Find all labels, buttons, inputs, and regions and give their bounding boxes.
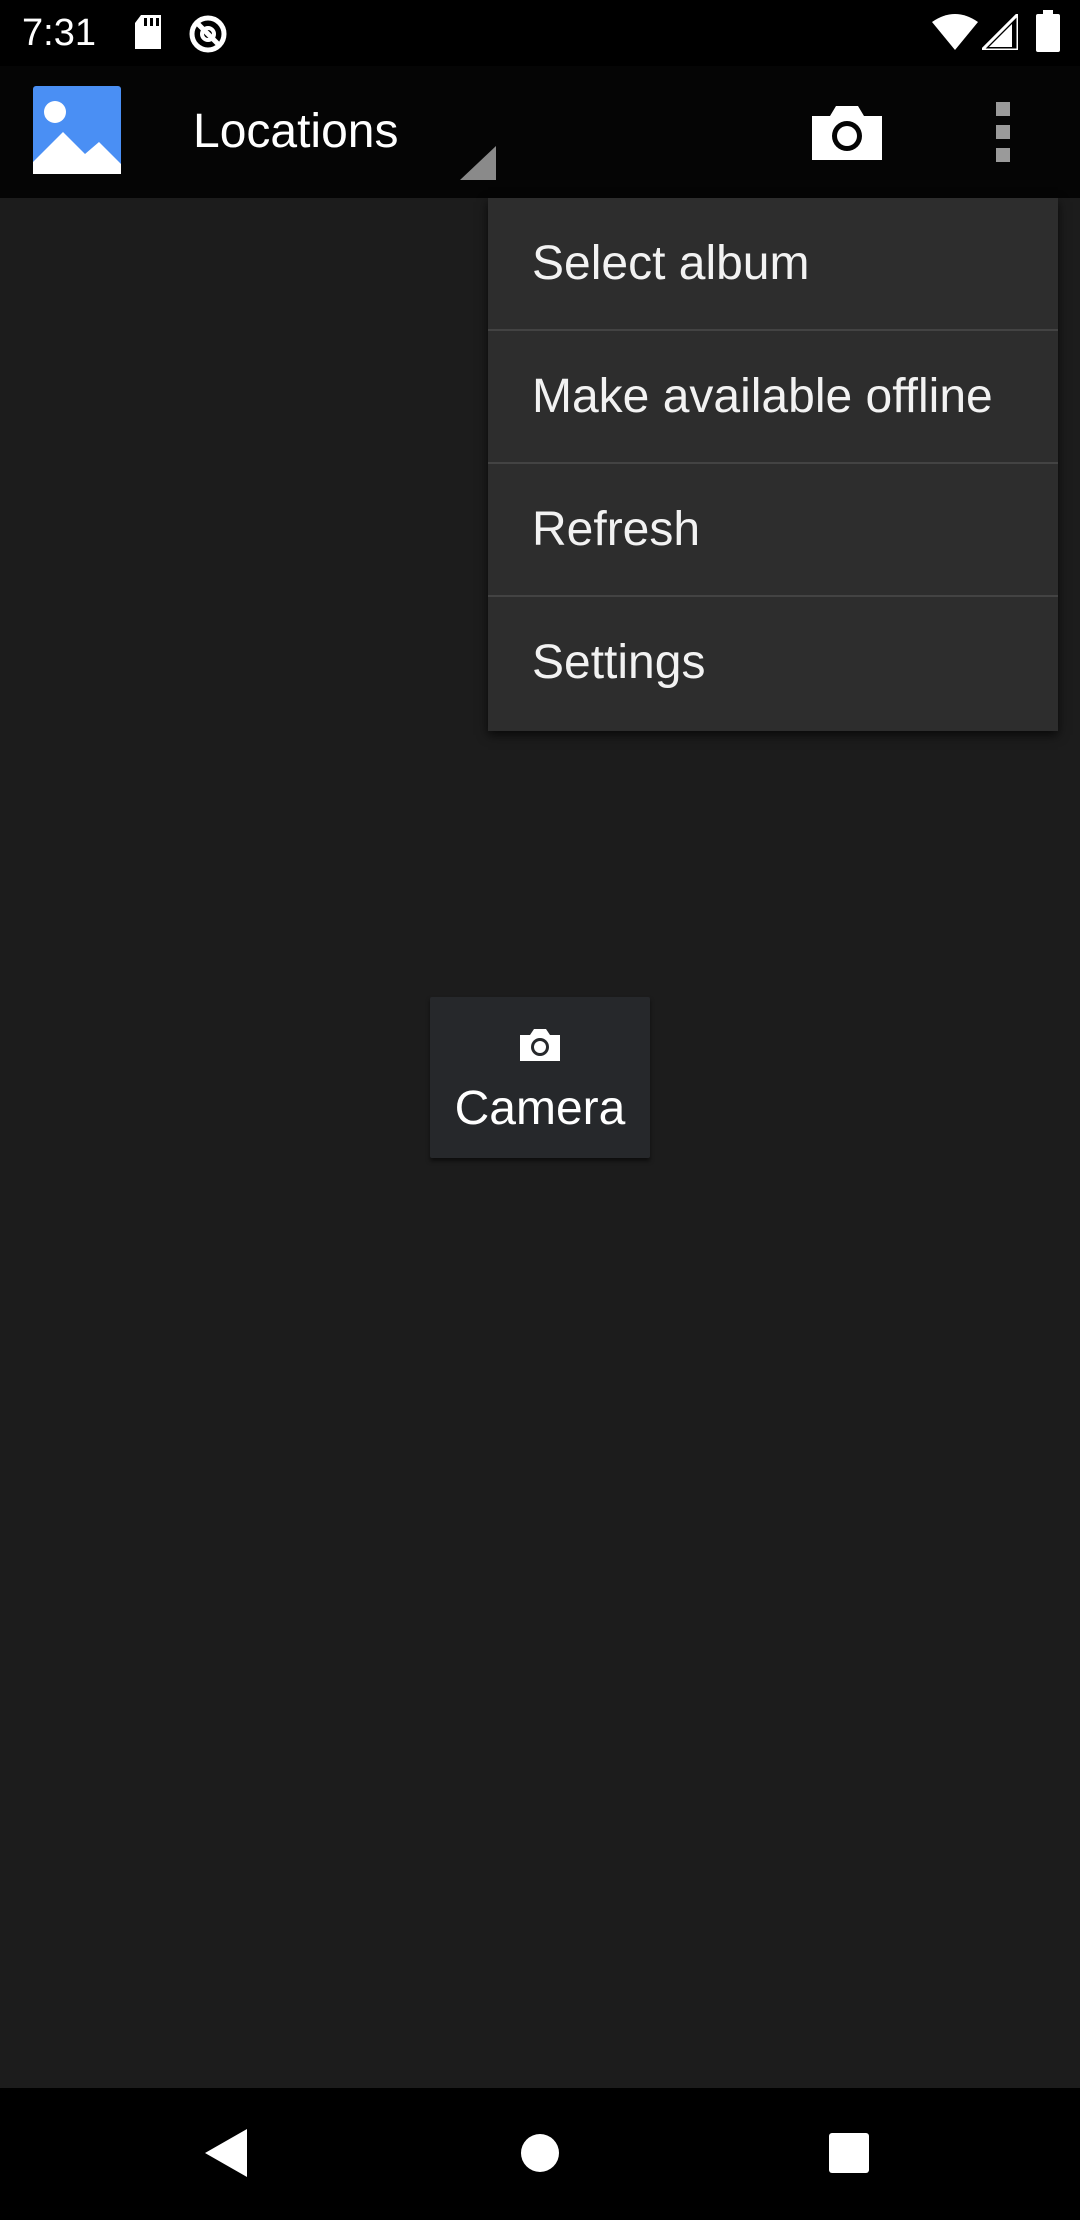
album-title: Locations	[193, 105, 399, 158]
at-sign-icon	[189, 15, 227, 53]
back-icon[interactable]	[205, 2129, 247, 2177]
status-time: 7:31	[22, 12, 96, 54]
overflow-menu: Select album Make available offline Refr…	[488, 198, 1058, 731]
camera-icon[interactable]	[812, 102, 882, 160]
menu-item-label: Settings	[532, 636, 706, 689]
menu-item-label: Refresh	[532, 503, 701, 556]
camera-album-tile[interactable]: Camera	[430, 997, 650, 1158]
menu-item-make-available-offline[interactable]: Make available offline	[488, 331, 1058, 464]
navigation-bar	[0, 2088, 1080, 2220]
menu-item-label: Make available offline	[532, 370, 993, 423]
battery-icon	[1036, 10, 1060, 52]
home-icon[interactable]	[520, 2133, 560, 2173]
camera-album-label: Camera	[454, 1082, 626, 1135]
recents-icon[interactable]	[829, 2133, 869, 2173]
overflow-menu-icon[interactable]	[985, 100, 1021, 164]
menu-item-select-album[interactable]: Select album	[488, 198, 1058, 331]
cell-signal-icon	[982, 14, 1018, 50]
camera-icon	[520, 1029, 560, 1061]
dropdown-triangle-icon	[460, 146, 496, 180]
gallery-logo-icon[interactable]	[33, 86, 121, 174]
wifi-icon	[932, 14, 978, 50]
sd-card-icon	[135, 15, 161, 49]
status-bar: 7:31	[0, 0, 1080, 66]
menu-item-settings[interactable]: Settings	[488, 597, 1058, 730]
app-bar: Locations	[0, 66, 1080, 198]
menu-item-refresh[interactable]: Refresh	[488, 464, 1058, 597]
menu-item-label: Select album	[532, 237, 810, 290]
